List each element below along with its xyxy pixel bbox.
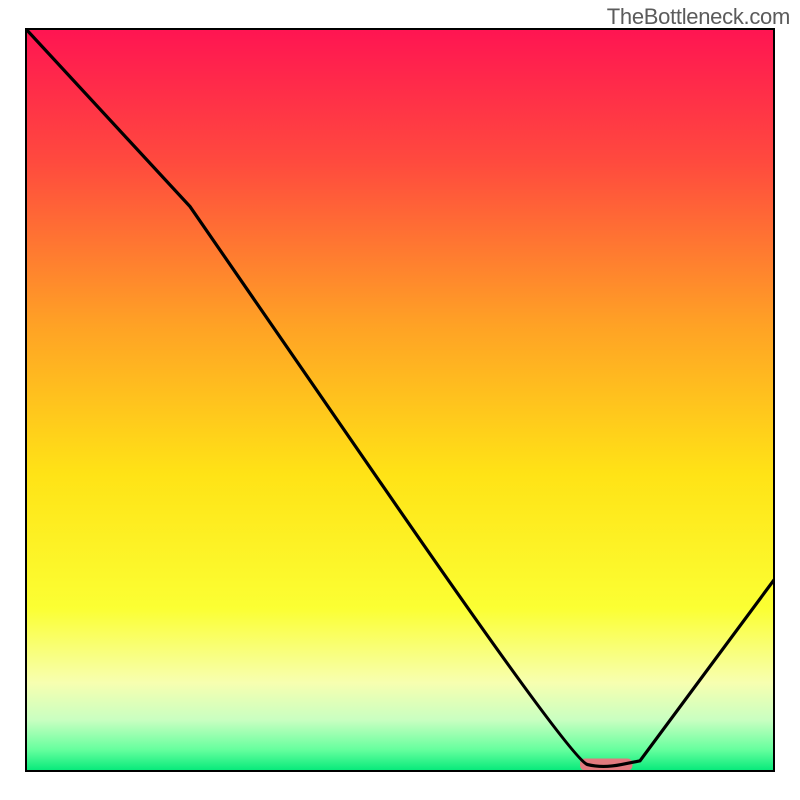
gradient-background xyxy=(25,28,775,772)
chart-svg xyxy=(25,28,775,772)
watermark-text: TheBottleneck.com xyxy=(607,4,790,30)
chart-plot-area xyxy=(25,28,775,772)
